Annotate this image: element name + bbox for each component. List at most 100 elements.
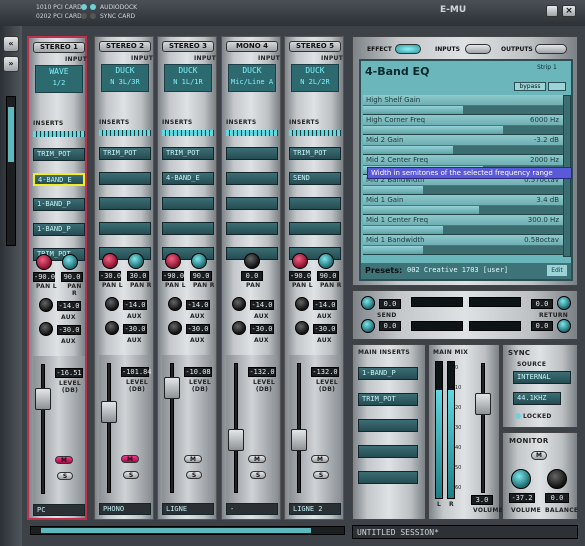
insert-slot[interactable]: TRIM_POT	[289, 147, 341, 160]
strip-name[interactable]: LIGNE 2	[289, 503, 341, 515]
mute-button[interactable]: M	[248, 455, 266, 463]
aux2-knob[interactable]	[232, 321, 246, 335]
strip-type-button[interactable]: STEREO 3	[162, 41, 214, 52]
strip-type-button[interactable]: STEREO 1	[33, 42, 85, 53]
insert-slot[interactable]: TRIM_POT	[33, 148, 85, 161]
insert-slot[interactable]: 1-BAND_P	[33, 223, 85, 236]
main-insert-slot[interactable]: 1-BAND_P	[358, 367, 418, 380]
insert-slot[interactable]	[226, 172, 278, 185]
level-value[interactable]: -132.0	[248, 367, 276, 377]
strip-name[interactable]: PHONO	[99, 503, 151, 515]
send-value[interactable]: 0.0	[379, 299, 401, 309]
edit-button[interactable]: Edit	[547, 265, 567, 276]
aux1-knob[interactable]	[168, 297, 182, 311]
strip-type-button[interactable]: STEREO 5	[289, 41, 341, 52]
input-display[interactable]: DUCK Mic/Line A	[228, 64, 276, 92]
bypass-toggle[interactable]	[548, 82, 566, 91]
tab-outputs[interactable]	[535, 44, 567, 54]
monitor-mute-button[interactable]: M	[531, 451, 547, 460]
pan-knob[interactable]	[244, 253, 260, 269]
card-item[interactable]: 0202 PCI CARD	[36, 12, 82, 21]
eq-param-slider[interactable]	[363, 226, 563, 235]
mute-button[interactable]: M	[184, 455, 202, 463]
aux1-value[interactable]: -14.0	[123, 300, 147, 310]
input-display[interactable]: DUCK N 3L/3R	[101, 64, 149, 92]
pan-left-knob[interactable]	[292, 253, 308, 269]
insert-slot[interactable]	[162, 197, 214, 210]
fader-track[interactable]	[107, 363, 111, 493]
aux2-knob[interactable]	[295, 321, 309, 335]
bypass-button[interactable]: bypass	[514, 82, 546, 91]
aux1-knob[interactable]	[105, 297, 119, 311]
input-display[interactable]: WAVE 1/2	[35, 65, 83, 93]
aux2-knob[interactable]	[105, 321, 119, 335]
aux2-value[interactable]: -30.0	[250, 324, 274, 334]
eq-param-row[interactable]: Mid 1 Center Freq 300.0 Hz	[363, 215, 563, 226]
mute-button[interactable]: M	[311, 455, 329, 463]
insert-slot[interactable]	[99, 197, 151, 210]
pan-right-knob[interactable]	[62, 254, 78, 270]
eq-param-row[interactable]: Mid 1 Bandwidth 0.58octav	[363, 235, 563, 246]
solo-button[interactable]: S	[57, 472, 73, 480]
pan-right-value[interactable]: 90.0	[61, 272, 83, 282]
dock-item[interactable]: AUDIODOCK	[100, 3, 137, 12]
channel-fader[interactable]	[228, 429, 244, 451]
solo-button[interactable]: S	[186, 471, 202, 479]
pan-value[interactable]: 0.0	[241, 271, 263, 281]
insert-slot[interactable]: 1-BAND_P	[33, 198, 85, 211]
pan-left-value[interactable]: -90.0	[33, 272, 55, 282]
mute-button[interactable]: M	[121, 455, 139, 463]
pan-right-knob[interactable]	[191, 253, 207, 269]
insert-slot[interactable]	[99, 222, 151, 235]
insert-slot[interactable]	[289, 222, 341, 235]
preset-select[interactable]: 002 Creative 1703 [user]	[407, 266, 508, 274]
eq-param-slider[interactable]	[363, 206, 563, 215]
card-item[interactable]: 1010 PCI CARD	[36, 3, 82, 12]
send-knob[interactable]	[361, 319, 375, 333]
eq-param-slider[interactable]	[363, 246, 563, 255]
pan-left-value[interactable]: -90.0	[162, 271, 184, 281]
fader-track[interactable]	[297, 363, 301, 493]
aux1-knob[interactable]	[295, 297, 309, 311]
close-button[interactable]: ×	[562, 5, 576, 17]
solo-button[interactable]: S	[250, 471, 266, 479]
aux1-value[interactable]: -14.0	[250, 300, 274, 310]
strip-type-button[interactable]: MONO 4	[226, 41, 278, 52]
aux1-knob[interactable]	[39, 298, 53, 312]
monitor-volume-knob[interactable]	[511, 469, 531, 489]
scroll-left-button[interactable]: «	[3, 36, 19, 52]
insert-slot[interactable]: TRIM_POT	[162, 147, 214, 160]
aux1-value[interactable]: -14.0	[57, 301, 81, 311]
insert-slot[interactable]: 4-BAND_E	[162, 172, 214, 185]
horizontal-scrollbar[interactable]	[30, 526, 345, 535]
level-value[interactable]: -132.0	[311, 367, 339, 377]
pan-right-value[interactable]: 90.0	[190, 271, 212, 281]
pan-left-knob[interactable]	[102, 253, 118, 269]
channel-strip[interactable]: STEREO 3 INPUT DUCK N 1L/1R INSERTS TRIM_PO…	[157, 36, 217, 520]
strip-name[interactable]: PC	[33, 504, 85, 516]
level-value[interactable]: -101.84	[121, 367, 152, 377]
hscroll-thumb[interactable]	[41, 528, 311, 533]
pan-right-knob[interactable]	[128, 253, 144, 269]
main-volume-value[interactable]: 3.0	[471, 495, 493, 505]
insert-slot[interactable]: SEND	[289, 172, 341, 185]
aux2-knob[interactable]	[39, 322, 53, 336]
main-insert-slot[interactable]	[358, 471, 418, 484]
insert-slot[interactable]	[226, 147, 278, 160]
pan-left-knob[interactable]	[165, 253, 181, 269]
eq-param-row[interactable]: Mid 2 Center Freq 2000 Hz	[363, 155, 563, 166]
channel-fader[interactable]	[164, 377, 180, 399]
strip-name[interactable]: -	[226, 503, 278, 515]
insert-slot[interactable]	[289, 197, 341, 210]
level-value[interactable]: -10.08	[184, 367, 212, 377]
pan-right-value[interactable]: 90.0	[317, 271, 339, 281]
monitor-volume-value[interactable]: -37.2	[509, 493, 535, 503]
main-insert-slot[interactable]	[358, 445, 418, 458]
tab-inputs[interactable]	[465, 44, 491, 54]
insert-slot[interactable]: 4-BAND_E	[33, 173, 85, 186]
aux2-value[interactable]: -30.0	[186, 324, 210, 334]
eq-param-row[interactable]: High Corner Freq 6000 Hz	[363, 115, 563, 126]
send-knob[interactable]	[361, 296, 375, 310]
input-display[interactable]: DUCK N 2L/2R	[291, 64, 339, 92]
aux1-value[interactable]: -14.0	[313, 300, 337, 310]
